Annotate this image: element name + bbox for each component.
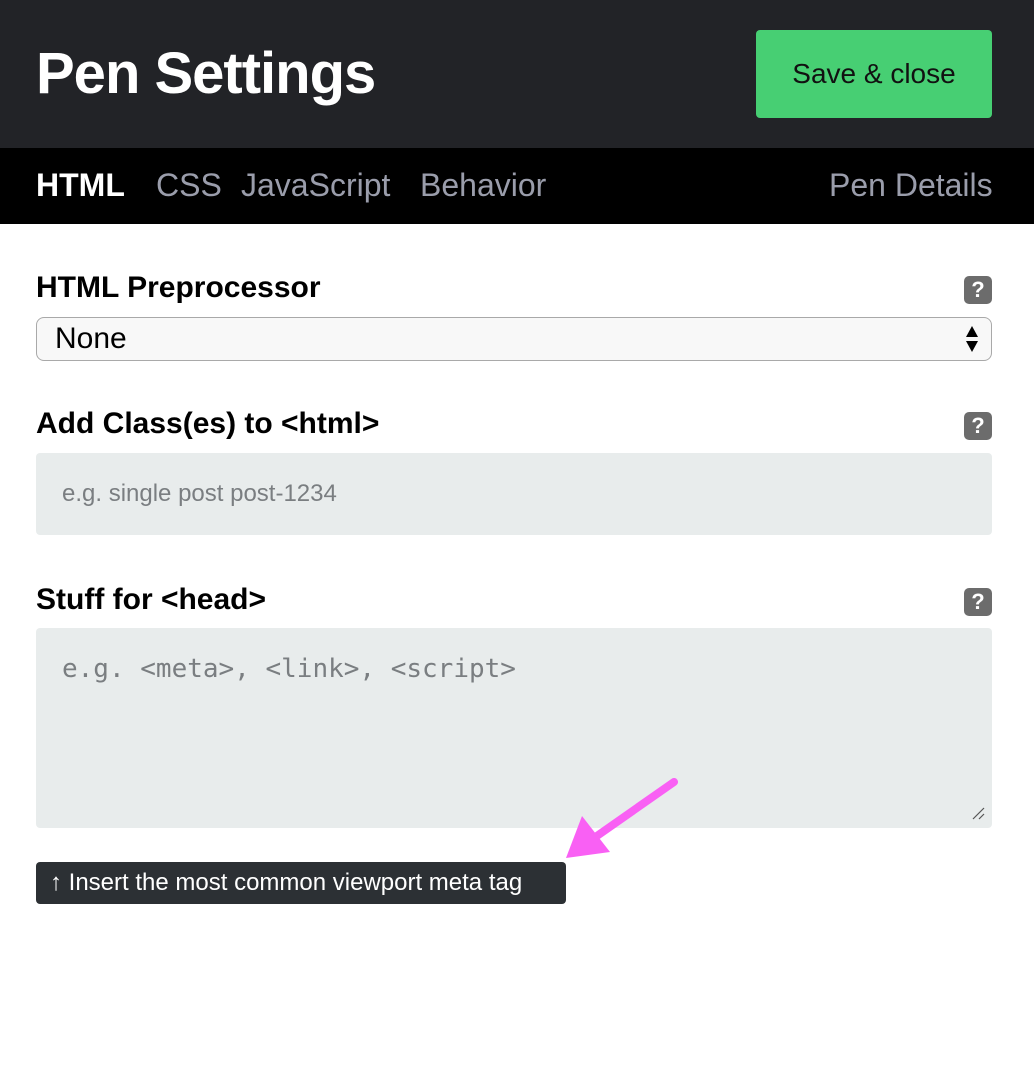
tab-html[interactable]: HTML: [36, 166, 125, 204]
tab-css[interactable]: CSS: [156, 166, 222, 204]
question-mark-icon: ?: [971, 589, 985, 614]
html-classes-input[interactable]: [36, 453, 992, 535]
preprocessor-help-icon[interactable]: ?: [964, 276, 992, 304]
resize-handle-icon[interactable]: [970, 805, 986, 821]
preprocessor-select[interactable]: None: [36, 317, 992, 361]
question-mark-icon: ?: [971, 413, 985, 438]
tab-javascript[interactable]: JavaScript: [241, 166, 390, 204]
question-mark-icon: ?: [971, 277, 985, 302]
up-down-arrows-icon: [966, 326, 978, 352]
tab-behavior[interactable]: Behavior: [420, 166, 546, 204]
page-title: Pen Settings: [36, 41, 376, 106]
head-stuff-textarea[interactable]: [36, 628, 992, 828]
html-classes-label: Add Class(es) to <html>: [36, 407, 380, 440]
header: Pen Settings Save & close: [0, 0, 1034, 148]
pink-arrow-annotation: [566, 778, 678, 858]
save-and-close-button[interactable]: Save & close: [756, 30, 992, 118]
insert-viewport-meta-button[interactable]: ↑ Insert the most common viewport meta t…: [36, 862, 566, 904]
head-stuff-help-icon[interactable]: ?: [964, 588, 992, 616]
preprocessor-selected-value: None: [55, 322, 127, 355]
tab-pen-details[interactable]: Pen Details: [829, 166, 993, 204]
html-classes-help-icon[interactable]: ?: [964, 412, 992, 440]
head-stuff-label: Stuff for <head>: [36, 583, 267, 616]
preprocessor-label: HTML Preprocessor: [36, 271, 321, 304]
settings-tabs: HTML CSS JavaScript Behavior Pen Details: [0, 148, 1034, 224]
